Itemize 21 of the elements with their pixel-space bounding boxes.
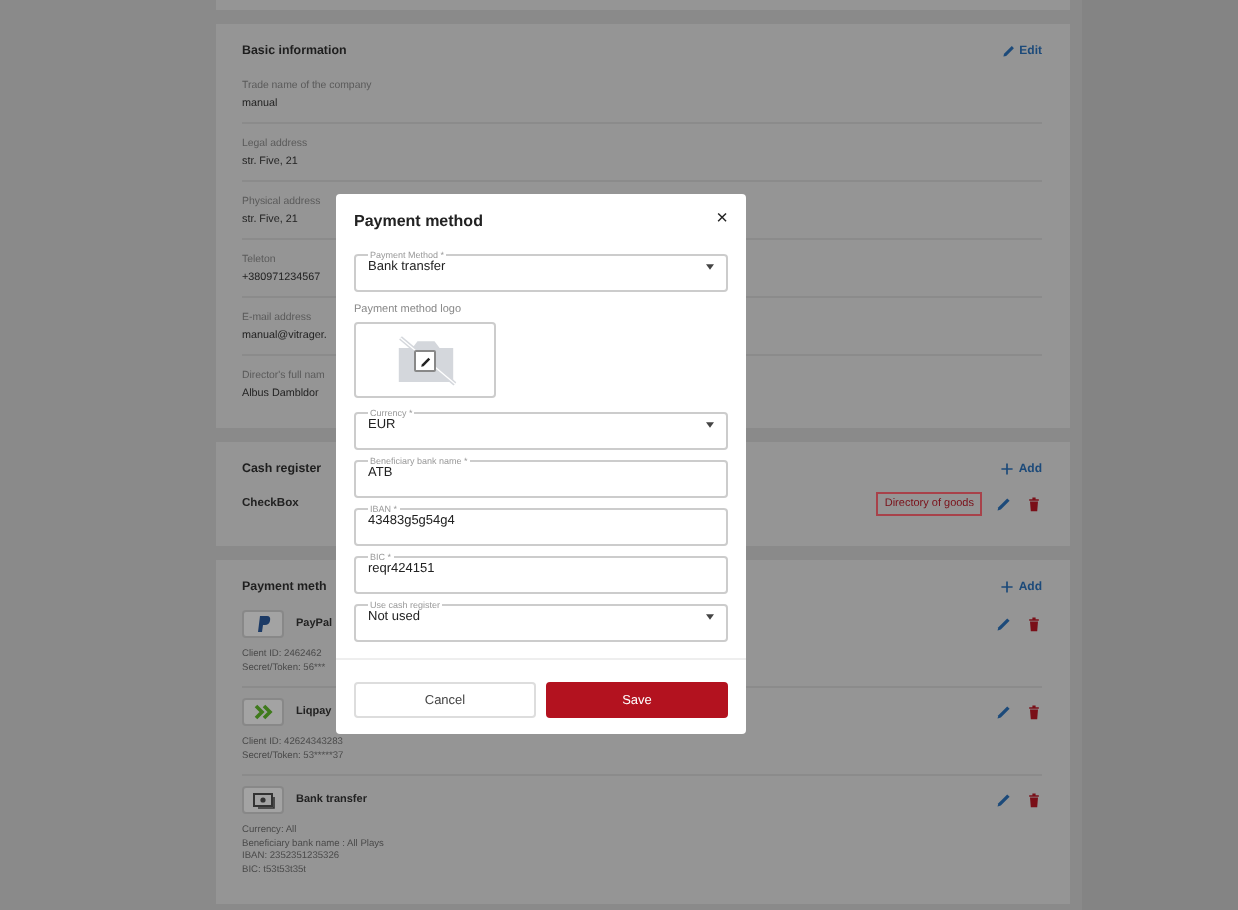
caret-icon (706, 422, 714, 428)
edit-button[interactable] (414, 350, 436, 372)
pencil-icon[interactable] (996, 792, 1012, 808)
banknote-icon (242, 786, 284, 814)
caret-icon (706, 264, 714, 270)
pencil-icon[interactable] (996, 616, 1012, 632)
chevrons-icon (242, 698, 284, 726)
trash-icon[interactable] (1026, 616, 1042, 632)
caret-icon (706, 614, 714, 620)
pencil-icon (419, 355, 431, 367)
plus-icon (1000, 462, 1015, 476)
pencil-icon[interactable] (996, 496, 1012, 512)
close-button[interactable]: × (716, 210, 728, 230)
pencil-icon (1001, 44, 1016, 58)
paypal-logo-icon (242, 610, 284, 638)
dialog-title: Payment method (354, 211, 483, 229)
plus-icon (1000, 580, 1015, 594)
trash-icon[interactable] (1026, 792, 1042, 808)
pencil-icon[interactable] (996, 704, 1012, 720)
trash-icon[interactable] (1026, 704, 1042, 720)
trash-icon[interactable] (1026, 496, 1042, 512)
